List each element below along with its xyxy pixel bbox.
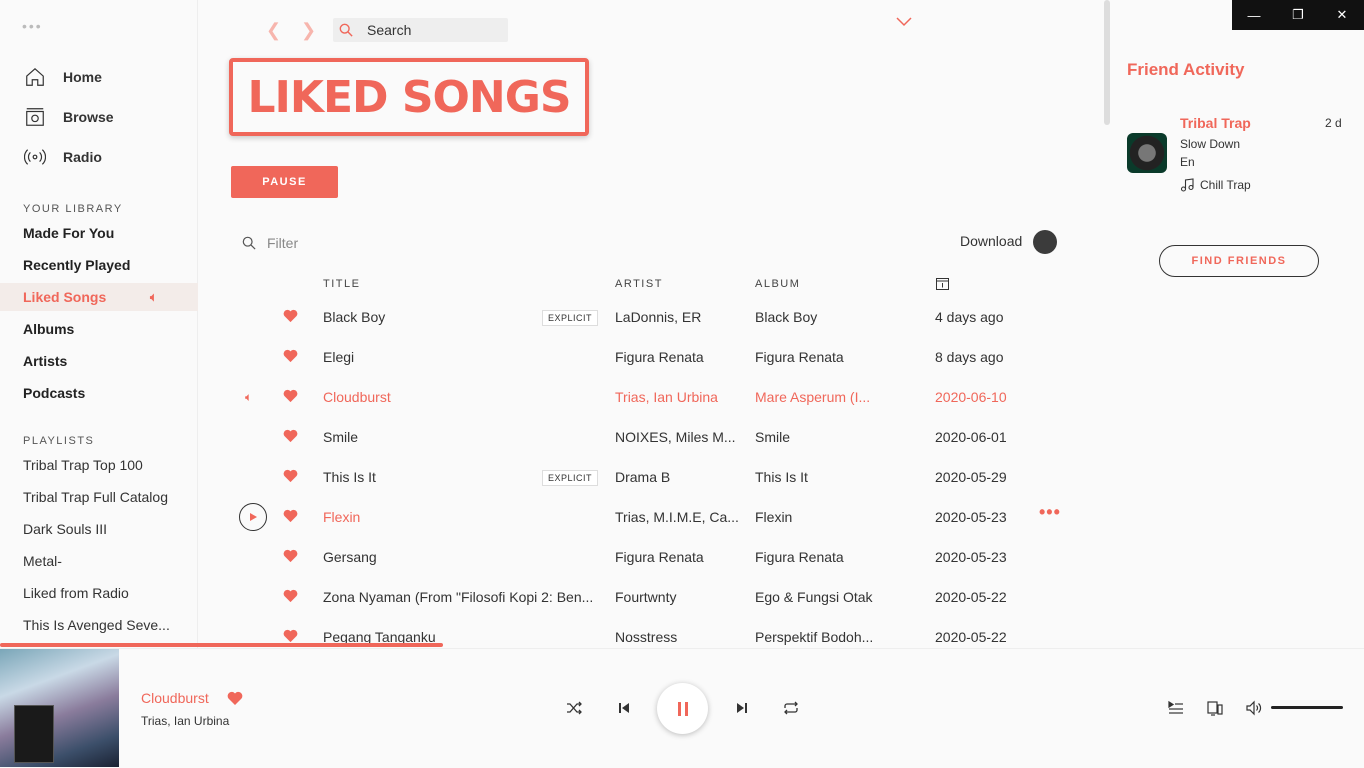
track-row[interactable]: Zona Nyaman (From "Filosofi Kopi 2: Ben.… — [230, 578, 1070, 618]
heart-icon[interactable] — [283, 469, 298, 483]
friend-artist[interactable]: En — [1180, 155, 1195, 169]
track-title[interactable]: Cloudburst — [323, 389, 603, 405]
track-row[interactable]: Smile NOIXES, Miles M... Smile 2020-06-01 — [230, 418, 1070, 458]
track-added: 2020-06-10 — [935, 389, 1007, 405]
friend-name[interactable]: Tribal Trap — [1180, 115, 1251, 131]
track-album[interactable]: Figura Renata — [755, 549, 880, 565]
previous-icon[interactable] — [615, 699, 633, 717]
track-album[interactable]: Perspektif Bodoh... — [755, 629, 880, 645]
track-artist[interactable]: Figura Renata — [615, 349, 743, 365]
track-artist[interactable]: Fourtwnty — [615, 589, 743, 605]
track-title[interactable]: Black Boy — [323, 309, 538, 325]
track-added: 2020-05-22 — [935, 629, 1007, 645]
track-album[interactable]: Smile — [755, 429, 880, 445]
heart-icon[interactable] — [283, 549, 298, 563]
track-album[interactable]: Black Boy — [755, 309, 880, 325]
volume-icon[interactable] — [1245, 699, 1263, 717]
track-added: 2020-06-01 — [935, 429, 1007, 445]
explicit-badge: EXPLICIT — [542, 470, 599, 486]
now-playing-artist[interactable]: Trias, Ian Urbina — [141, 714, 229, 728]
find-friends-button[interactable]: FIND FRIENDS — [1159, 245, 1319, 277]
track-row[interactable]: Gersang Figura Renata Figura Renata 2020-05… — [230, 538, 1070, 578]
track-artist[interactable]: LaDonnis, ER — [615, 309, 743, 325]
track-added: 2020-05-29 — [935, 469, 1007, 485]
track-title[interactable]: Elegi — [323, 349, 603, 365]
friend-activity-panel — [1110, 0, 1364, 648]
minimize-icon[interactable]: — — [1232, 0, 1276, 30]
window-controls: — ❐ ✕ — [1232, 0, 1364, 30]
play-row-button[interactable] — [239, 503, 267, 531]
restore-icon[interactable]: ❐ — [1276, 0, 1320, 30]
heart-icon[interactable] — [283, 429, 298, 443]
album-cover[interactable] — [0, 649, 119, 767]
explicit-badge: EXPLICIT — [542, 310, 599, 326]
now-playing-title[interactable]: Cloudburst — [141, 690, 209, 706]
friend-context[interactable]: Chill Trap — [1180, 178, 1251, 192]
track-title[interactable]: This Is It — [323, 469, 538, 485]
track-album[interactable]: Figura Renata — [755, 349, 880, 365]
track-artist[interactable]: Figura Renata — [615, 549, 743, 565]
track-album[interactable]: Mare Asperum (I... — [755, 389, 880, 405]
track-artist[interactable]: NOIXES, Miles M... — [615, 429, 743, 445]
track-added: 2020-05-22 — [935, 589, 1007, 605]
track-added: 2020-05-23 — [935, 549, 1007, 565]
pause-icon — [677, 701, 688, 716]
player-bar: Cloudburst Trias, Ian Urbina — [0, 648, 1364, 768]
track-album[interactable]: Ego & Fungsi Otak — [755, 589, 880, 605]
track-row[interactable]: Flexin Trias, M.I.M.E, Ca... Flexin 2020-05… — [230, 498, 1070, 538]
volume-slider[interactable] — [1271, 706, 1343, 709]
heart-icon[interactable] — [283, 389, 298, 403]
friend-track[interactable]: Slow Down — [1180, 137, 1240, 151]
app-window: ••• Home Browse Radio YOUR LIBRARY Made … — [0, 0, 1364, 768]
heart-icon[interactable] — [283, 629, 298, 643]
play-pause-button[interactable] — [657, 683, 708, 734]
track-artist[interactable]: Nosstress — [615, 629, 743, 645]
track-row[interactable]: Elegi Figura Renata Figura Renata 8 days ag… — [230, 338, 1070, 378]
play-icon — [250, 513, 257, 521]
track-album[interactable]: Flexin — [755, 509, 880, 525]
track-title[interactable]: Zona Nyaman (From "Filosofi Kopi 2: Ben.… — [323, 589, 603, 605]
track-row[interactable]: 🔈︎ Cloudburst Trias, Ian Urbina Mare Asperu… — [230, 378, 1070, 418]
heart-icon[interactable] — [283, 509, 298, 523]
orange-underline — [0, 643, 443, 647]
track-album[interactable]: This Is It — [755, 469, 880, 485]
track-artist[interactable]: Drama B — [615, 469, 743, 485]
heart-icon[interactable] — [283, 349, 298, 363]
repeat-icon[interactable] — [782, 699, 800, 717]
speaker-icon: 🔈︎ — [245, 390, 253, 404]
track-title[interactable]: Smile — [323, 429, 603, 445]
track-added: 4 days ago — [935, 309, 1004, 325]
friend-context-label: Chill Trap — [1200, 178, 1251, 192]
devices-icon[interactable] — [1206, 699, 1224, 717]
friend-avatar[interactable] — [1127, 133, 1167, 173]
track-title[interactable]: Flexin — [323, 509, 603, 525]
more-options-icon[interactable]: ••• — [1039, 502, 1061, 523]
friend-time: 2 d — [1325, 116, 1342, 130]
track-added: 8 days ago — [935, 349, 1004, 365]
music-note-icon — [1180, 178, 1194, 192]
track-added: 2020-05-23 — [935, 509, 1007, 525]
track-artist[interactable]: Trias, M.I.M.E, Ca... — [615, 509, 743, 525]
track-title[interactable]: Gersang — [323, 549, 603, 565]
queue-icon[interactable] — [1167, 699, 1185, 717]
track-row[interactable]: Black Boy EXPLICIT LaDonnis, ER Black Boy 4 … — [230, 298, 1070, 338]
shuffle-icon[interactable] — [565, 699, 583, 717]
next-icon[interactable] — [733, 699, 751, 717]
heart-icon[interactable] — [227, 691, 243, 706]
close-icon[interactable]: ✕ — [1320, 0, 1364, 30]
track-row[interactable]: This Is It EXPLICIT Drama B This Is It 2020-… — [230, 458, 1070, 498]
album-cover-poster — [14, 705, 54, 763]
heart-icon[interactable] — [283, 309, 298, 323]
track-list: Black Boy EXPLICIT LaDonnis, ER Black Boy 4 … — [0, 0, 1100, 648]
heart-icon[interactable] — [283, 589, 298, 603]
friend-activity-title: Friend Activity — [1127, 60, 1245, 79]
track-artist[interactable]: Trias, Ian Urbina — [615, 389, 743, 405]
